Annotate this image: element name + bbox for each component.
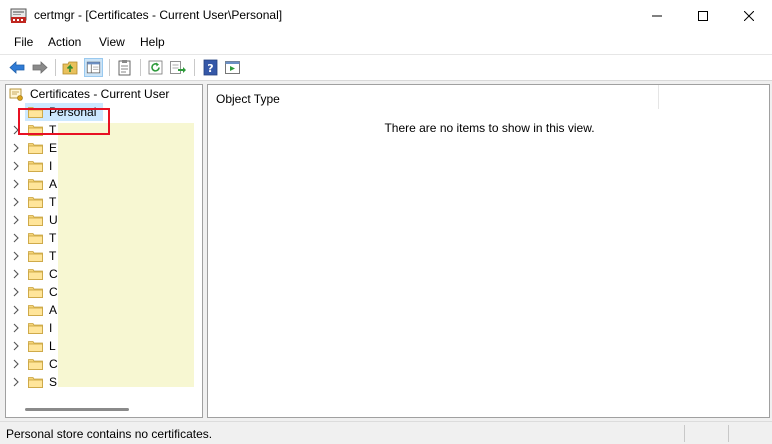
folder-icon bbox=[28, 143, 43, 154]
tree-item-label: S bbox=[49, 375, 58, 389]
menu-help[interactable]: Help bbox=[140, 35, 165, 49]
status-divider bbox=[684, 425, 685, 442]
maximize-icon bbox=[698, 11, 708, 21]
toolbar-separator bbox=[140, 59, 141, 76]
chevron-right-icon[interactable] bbox=[12, 377, 20, 387]
forward-arrow-icon[interactable] bbox=[30, 58, 49, 77]
toolbar: ? bbox=[0, 55, 772, 81]
folder-icon bbox=[28, 323, 43, 334]
close-button[interactable] bbox=[726, 0, 772, 32]
close-icon bbox=[744, 11, 754, 21]
folder-icon bbox=[28, 377, 43, 388]
tree-item-label: I bbox=[49, 159, 53, 173]
tree-item-label: T bbox=[49, 249, 57, 263]
tree-item-label: C bbox=[49, 285, 58, 299]
results-list-pane[interactable]: Object Type There are no items to show i… bbox=[207, 84, 770, 418]
tree-item-label: C bbox=[49, 267, 58, 281]
toolbar-separator bbox=[55, 59, 56, 76]
tree-item-label: A bbox=[49, 303, 58, 317]
tree-item-label: A bbox=[49, 177, 58, 191]
chevron-right-icon[interactable] bbox=[12, 341, 20, 351]
menu-file[interactable]: File bbox=[14, 35, 33, 49]
minimize-icon bbox=[652, 15, 662, 17]
folder-icon bbox=[28, 287, 43, 298]
chevron-right-icon[interactable] bbox=[12, 233, 20, 243]
window-title: certmgr - [Certificates - Current User\P… bbox=[34, 8, 283, 22]
chevron-right-icon[interactable] bbox=[12, 251, 20, 261]
chevron-right-icon[interactable] bbox=[12, 125, 20, 135]
folder-icon bbox=[28, 179, 43, 190]
menu-view[interactable]: View bbox=[99, 35, 125, 49]
folder-icon bbox=[28, 197, 43, 208]
certmgr-app-icon bbox=[10, 8, 27, 23]
show-hide-tree-icon[interactable] bbox=[84, 58, 103, 77]
status-divider bbox=[728, 425, 729, 442]
folder-icon bbox=[28, 341, 43, 352]
maximize-button[interactable] bbox=[680, 0, 726, 32]
folder-icon bbox=[28, 233, 43, 244]
toolbar-separator bbox=[194, 59, 195, 76]
menu-action[interactable]: Action bbox=[48, 35, 81, 49]
chevron-right-icon[interactable] bbox=[12, 323, 20, 333]
folder-icon bbox=[28, 125, 43, 136]
tree-root[interactable]: Certificates - Current User bbox=[6, 85, 202, 103]
scrollbar-thumb[interactable] bbox=[25, 408, 129, 411]
horizontal-scrollbar[interactable] bbox=[7, 402, 201, 416]
chevron-right-icon[interactable] bbox=[12, 197, 20, 207]
chevron-right-icon[interactable] bbox=[12, 359, 20, 369]
folder-icon bbox=[28, 269, 43, 280]
certificate-store-icon bbox=[9, 88, 23, 101]
tree-item-label: C bbox=[49, 357, 58, 371]
refresh-icon[interactable] bbox=[146, 58, 165, 77]
properties-icon[interactable] bbox=[115, 58, 134, 77]
tree-item-label: L bbox=[49, 339, 56, 353]
tree-item-label: T bbox=[49, 123, 57, 137]
help-icon[interactable]: ? bbox=[201, 58, 220, 77]
tree-root-label: Certificates - Current User bbox=[30, 87, 170, 101]
chevron-right-icon[interactable] bbox=[12, 143, 20, 153]
certmgr-window: certmgr - [Certificates - Current User\P… bbox=[0, 0, 772, 444]
chevron-right-icon[interactable] bbox=[12, 287, 20, 297]
status-bar: Personal store contains no certificates. bbox=[0, 421, 772, 444]
tree-item-label: I bbox=[49, 321, 53, 335]
minimize-button[interactable] bbox=[634, 0, 680, 32]
chevron-right-icon[interactable] bbox=[12, 269, 20, 279]
chevron-right-icon[interactable] bbox=[12, 161, 20, 171]
chevron-right-icon[interactable] bbox=[12, 305, 20, 315]
console-tree-pane[interactable]: Certificates - Current User Personal TuE… bbox=[5, 84, 203, 418]
redacted-region bbox=[58, 123, 194, 387]
folder-icon bbox=[28, 305, 43, 316]
tree-item-personal[interactable]: Personal bbox=[6, 103, 202, 121]
tree-item-label: T bbox=[49, 231, 57, 245]
empty-list-message: There are no items to show in this view. bbox=[384, 121, 595, 135]
up-folder-icon[interactable] bbox=[61, 58, 80, 77]
column-divider[interactable] bbox=[658, 85, 659, 109]
chevron-right-icon[interactable] bbox=[12, 179, 20, 189]
tree-item-label: T bbox=[49, 195, 57, 209]
back-arrow-icon[interactable] bbox=[8, 58, 27, 77]
title-bar[interactable]: certmgr - [Certificates - Current User\P… bbox=[0, 0, 772, 32]
folder-icon bbox=[28, 251, 43, 262]
folder-icon bbox=[28, 359, 43, 370]
folder-icon bbox=[28, 161, 43, 172]
status-text: Personal store contains no certificates. bbox=[6, 427, 213, 441]
show-description-icon[interactable] bbox=[223, 58, 242, 77]
menu-bar: File Action View Help bbox=[0, 32, 772, 55]
toolbar-separator bbox=[109, 59, 110, 76]
export-list-icon[interactable] bbox=[168, 58, 187, 77]
folder-icon bbox=[28, 107, 43, 118]
tree-item-label: U bbox=[49, 213, 58, 227]
tree-item-label: E bbox=[49, 141, 58, 155]
tree-item-label: Personal bbox=[49, 105, 97, 119]
svg-text:?: ? bbox=[207, 62, 213, 75]
chevron-right-icon[interactable] bbox=[12, 215, 20, 225]
folder-icon bbox=[28, 215, 43, 226]
column-header-object-type[interactable]: Object Type bbox=[216, 92, 280, 106]
